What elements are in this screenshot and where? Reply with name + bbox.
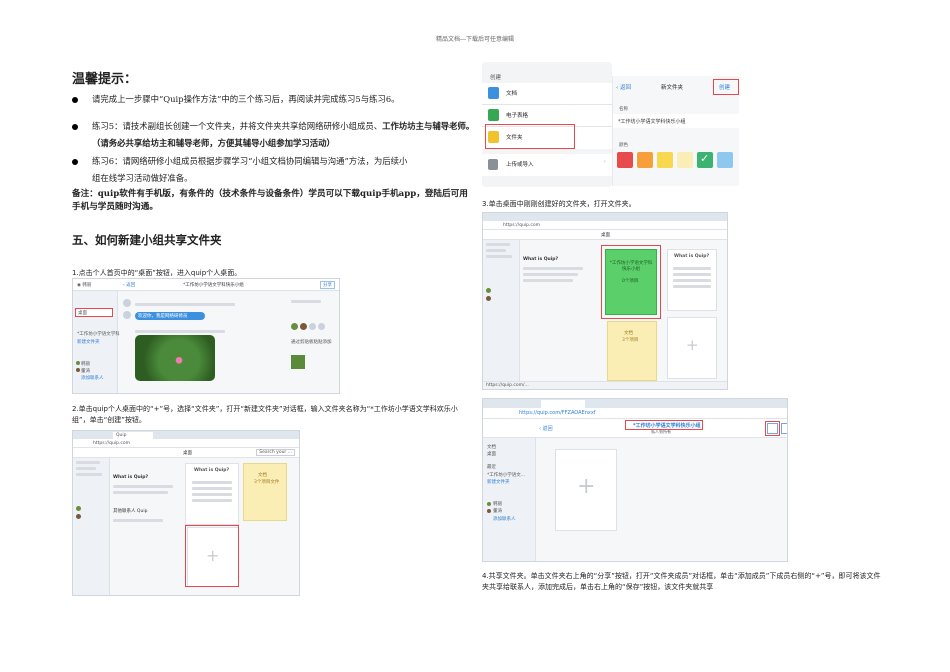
upload-icon bbox=[488, 159, 498, 170]
tip-item-3-cont: 组在线学习活动做好准备。 bbox=[92, 173, 193, 183]
address-bar[interactable]: https://quip.com bbox=[483, 221, 727, 230]
color-swatch[interactable] bbox=[637, 152, 653, 168]
color-label: 颜色 bbox=[619, 143, 628, 148]
address-bar[interactable]: https://quip.com bbox=[73, 439, 299, 448]
back-link[interactable]: ‹ 返回 bbox=[539, 425, 553, 432]
status-bar: https://quip.com/... bbox=[483, 381, 727, 389]
folder-card[interactable]: 文档 3个项目文件 bbox=[243, 463, 287, 521]
sidebar-new-folder[interactable]: 新建文件夹 bbox=[77, 339, 100, 345]
plus-icon[interactable]: + bbox=[686, 336, 699, 354]
bullet-dot bbox=[72, 124, 78, 130]
create-menu: 创建 文档 电子表格 文件夹 上传或导入 › bbox=[482, 62, 612, 187]
screenshot-desktop-new: Quip https://quip.com 桌面 Search your ...… bbox=[72, 430, 300, 596]
search-box[interactable]: Search your ... bbox=[256, 449, 295, 456]
note-paragraph: 备注：quip软件有手机版，有条件的（技术条件与设备条件）学员可以下载quip手… bbox=[72, 189, 468, 212]
tip-item-2-note: （请务必共享给坊主和辅导老师，方便其辅导小组参加学习活动） bbox=[92, 138, 335, 148]
add-contact[interactable]: 添加联系人 bbox=[493, 516, 516, 522]
add-contact[interactable]: 添加联系人 bbox=[81, 375, 104, 381]
highlight-box bbox=[75, 308, 113, 317]
back-link[interactable]: ‹ 返回 bbox=[123, 282, 135, 288]
new-item-tile[interactable]: + bbox=[667, 317, 717, 379]
browser-tabs bbox=[483, 399, 787, 408]
new-item-tile[interactable]: + bbox=[555, 449, 617, 531]
section-title: 五、如何新建小组共享文件夹 bbox=[72, 233, 222, 247]
back-link[interactable]: ‹ 返回 bbox=[616, 83, 631, 91]
spreadsheet-icon bbox=[488, 109, 499, 121]
screenshot-folder-created: https://quip.com 桌面 What is Quip? *工作坊小学… bbox=[482, 212, 728, 390]
screenshot-desktop-chat: ◉ 韩丽 ‹ 返回 *工作坊小学语文学科快乐小组 分享 桌面 *工作坊小学语文学… bbox=[72, 278, 340, 394]
chat-area: 欢迎你，我是网络研修员 bbox=[121, 297, 281, 387]
name-label: 名称 bbox=[619, 107, 628, 112]
member-1[interactable]: 韩丽 bbox=[81, 361, 90, 367]
tip-item-3: 练习6：请网络研修小组成员根据步骤学习“小组文档协同编辑与沟通”方法，为后续小 bbox=[92, 156, 408, 166]
bullet-dot bbox=[72, 159, 78, 165]
checkmark-icon: ✓ bbox=[700, 152, 710, 165]
member-1[interactable]: 韩丽 bbox=[493, 501, 502, 507]
menu-item-doc[interactable]: 文档 bbox=[482, 83, 612, 105]
top-bar: ◉ 韩丽 ‹ 返回 *工作坊小学语文学科快乐小组 分享 bbox=[73, 279, 339, 291]
sidebar bbox=[73, 458, 110, 595]
chevron-right-icon: › bbox=[603, 159, 606, 165]
sidebar-item-desktop[interactable]: 桌面 bbox=[487, 451, 496, 457]
recent-list: What is Quip? 其他联系人 Quip bbox=[113, 463, 179, 525]
member-2[interactable]: 董涛 bbox=[81, 368, 90, 374]
color-swatches: ✓ bbox=[617, 152, 733, 168]
doc-card[interactable]: What is Quip? bbox=[667, 249, 717, 311]
bullet-dot bbox=[72, 97, 78, 103]
share-button[interactable]: 分享 bbox=[320, 281, 335, 289]
sidebar-item-folder[interactable]: *工作坊小学语文学科 bbox=[77, 331, 120, 337]
highlight-box bbox=[485, 124, 575, 149]
color-swatch[interactable] bbox=[717, 152, 733, 168]
sidebar bbox=[483, 240, 520, 389]
top-bar: ‹ 返回 *工作坊小学语文学科快乐小组 私人到所有 bbox=[483, 419, 787, 438]
dialog-title: 新文件夹 bbox=[661, 85, 684, 91]
highlight-box bbox=[713, 79, 739, 95]
edit-icon[interactable] bbox=[781, 423, 787, 434]
desktop-title: 桌面 bbox=[183, 451, 192, 456]
step-3-caption: 3.单击桌面中刚刚创建好的文件夹，打开文件夹。 bbox=[482, 200, 636, 208]
attach-hint: 通过剪贴板粘贴添加 bbox=[291, 340, 332, 345]
plus-icon[interactable]: + bbox=[577, 474, 595, 499]
tips-title: 温馨提示： bbox=[72, 72, 138, 87]
sidebar: 桌面 *工作坊小学语文学科 新建文件夹 韩丽 董涛 添加联系人 bbox=[73, 291, 120, 393]
menu-item-upload[interactable]: 上传或导入 › bbox=[482, 154, 612, 176]
tip-item-2: 练习5：请技术副组长创建一个文件夹，并将文件夹共享给网络研修小组成员、工作坊坊主… bbox=[92, 121, 475, 131]
step-2-caption: 2.单击quip个人桌面中的“+”号，选择“文件夹”，打开“新建文件夹”对话框，… bbox=[72, 405, 458, 424]
flower-photo bbox=[135, 335, 215, 381]
highlight-box bbox=[185, 525, 239, 587]
screenshot-folder-open: https://quip.com/FFZAOAEnxxf ‹ 返回 *工作坊小学… bbox=[482, 398, 788, 562]
sidebar-new-folder[interactable]: 新建文件夹 bbox=[487, 479, 510, 485]
sidebar-item-folder[interactable]: *工作坊小学语文... bbox=[487, 472, 525, 478]
recent-list: What is Quip? bbox=[523, 245, 589, 285]
doc-folder-card[interactable]: 文档 3个项目 bbox=[607, 321, 657, 381]
color-swatch[interactable]: ✓ bbox=[697, 152, 713, 168]
document-icon bbox=[488, 87, 499, 99]
name-field[interactable]: *工作坊小学语文学科快乐小组 bbox=[613, 114, 739, 128]
browser-tabs bbox=[483, 213, 727, 221]
doc-card[interactable]: What is Quip? bbox=[185, 463, 239, 525]
member-2[interactable]: 董涛 bbox=[493, 508, 502, 514]
highlight-box bbox=[765, 421, 780, 436]
chat-bubble: 欢迎你，我是网络研修员 bbox=[135, 312, 205, 320]
browser-tabs: Quip bbox=[73, 431, 299, 439]
create-menu-header: 创建 bbox=[490, 75, 502, 81]
desktop-title: 桌面 bbox=[601, 233, 610, 238]
highlight-box bbox=[601, 245, 661, 319]
color-swatch[interactable] bbox=[617, 152, 633, 168]
right-panel: 通过剪贴板粘贴添加 bbox=[291, 297, 335, 387]
step-4-caption: 4.共享文件夹。单击文件夹右上角的“分享”按钮，打开“文件夹成员”对话框，单击“… bbox=[482, 572, 881, 591]
color-swatch[interactable] bbox=[657, 152, 673, 168]
color-swatch[interactable] bbox=[677, 152, 693, 168]
address-bar[interactable]: https://quip.com/FFZAOAEnxxf bbox=[483, 408, 787, 419]
tip-item-1: 请完成上一步骤中“Quip操作方法”中的三个练习后，再阅读并完成练习5与练习6。 bbox=[92, 94, 400, 104]
new-folder-dialog: ‹ 返回 新文件夹 创建 名称 *工作坊小学语文学科快乐小组 颜色 ✓ bbox=[612, 76, 739, 186]
highlight-box bbox=[625, 420, 703, 430]
folder-title: *工作坊小学语文学科快乐小组 bbox=[183, 283, 244, 288]
page-header: 精品文档---下载后可任意编辑 bbox=[435, 36, 515, 43]
sidebar: 文档 桌面 最近 *工作坊小学语文... 新建文件夹 韩丽 董涛 添加联系人 bbox=[483, 438, 536, 561]
